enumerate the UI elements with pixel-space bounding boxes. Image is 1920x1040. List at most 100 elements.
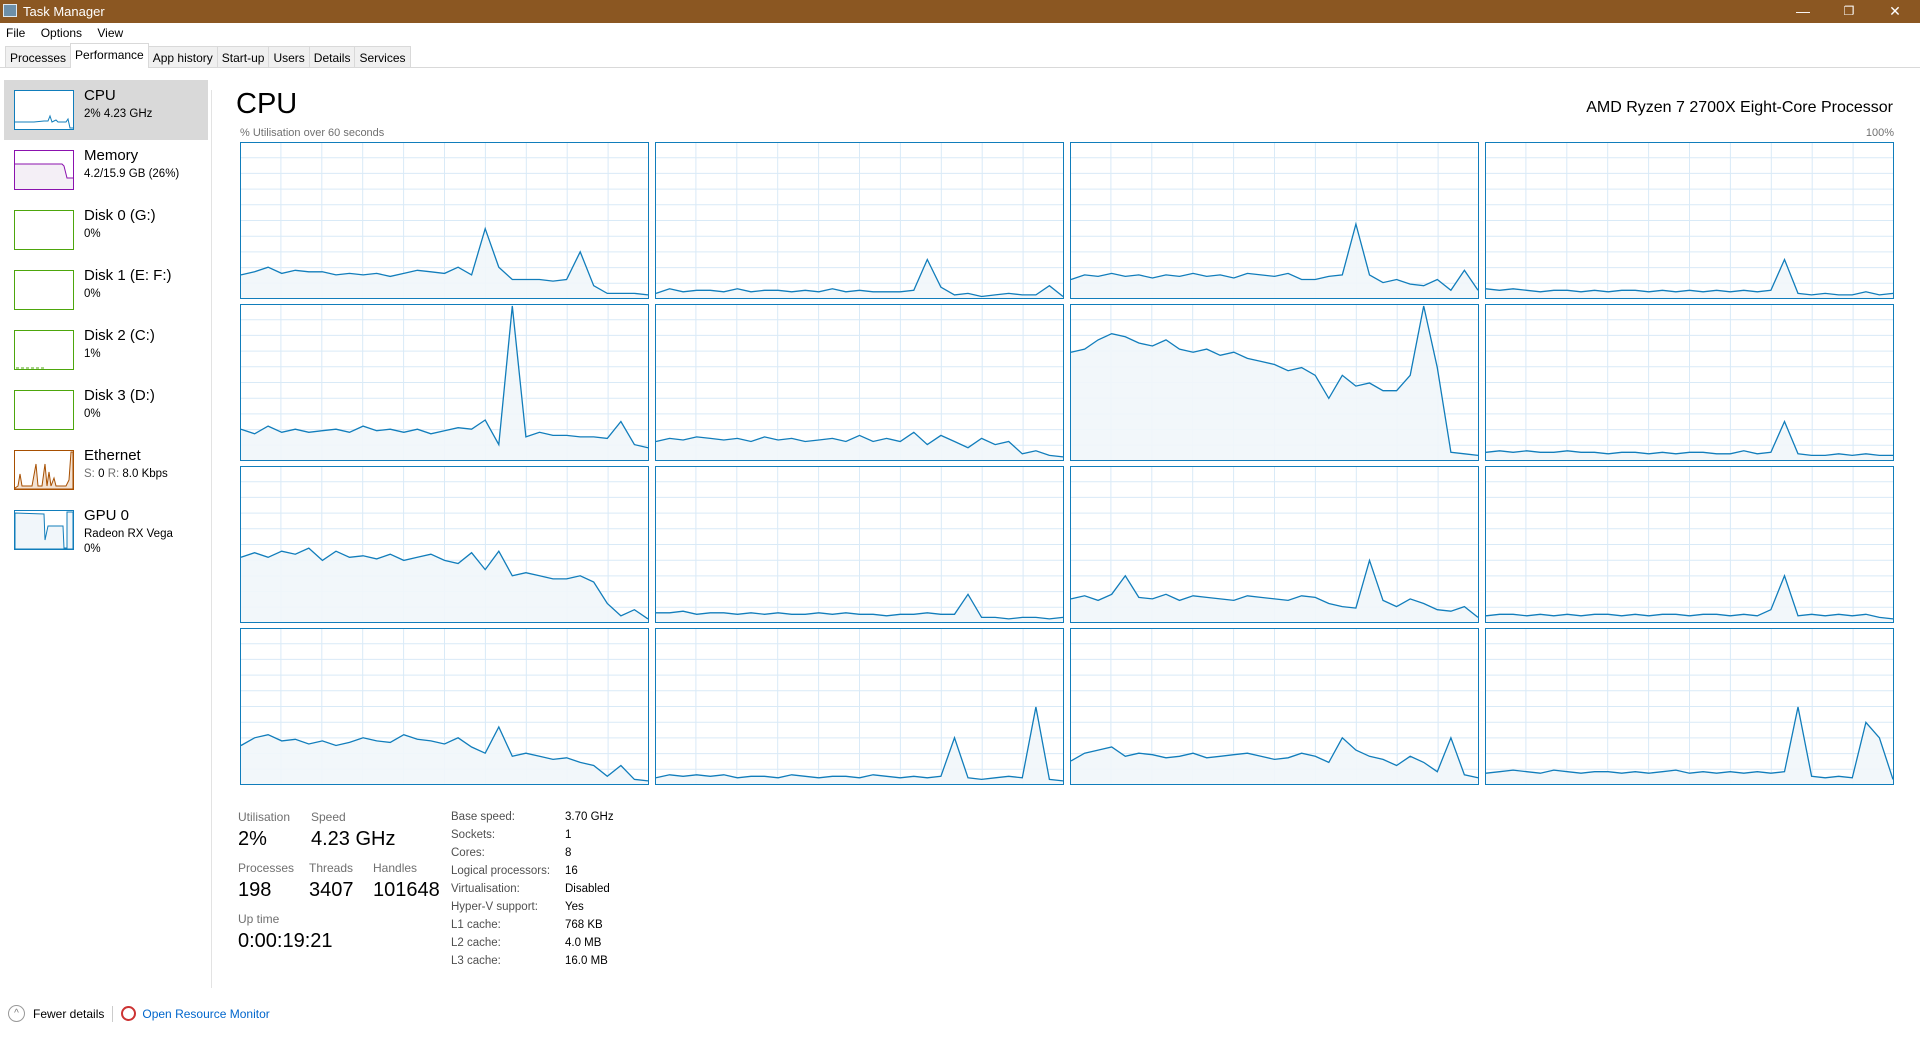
spec-label: Sockets:	[451, 829, 496, 841]
disk-thumbnail-graph	[14, 390, 74, 430]
spec-value: Disabled	[565, 883, 610, 895]
spec-value: 4.0 MB	[565, 937, 602, 949]
core-graph-2	[1070, 142, 1479, 299]
receive-label: R:	[107, 468, 120, 480]
restore-button[interactable]: ❐	[1826, 0, 1872, 23]
disk-thumbnail-graph	[14, 210, 74, 250]
cpu-thumbnail-graph	[14, 90, 74, 130]
sidebar-item-label: Disk 0 (G:)	[84, 207, 156, 224]
core-graph-14	[1070, 628, 1479, 785]
spec-label: L2 cache:	[451, 937, 501, 949]
fewer-details-button[interactable]: Fewer details	[33, 1007, 104, 1021]
tab-processes[interactable]: Processes	[5, 46, 72, 68]
send-label: S:	[84, 468, 95, 480]
disk-thumbnail-graph	[14, 270, 74, 310]
sidebar-item-value: S: 0 R: 8.0 Kbps	[84, 467, 168, 482]
gpu-model: Radeon RX Vega	[84, 528, 173, 540]
sidebar-item-label: CPU	[84, 87, 116, 104]
spec-value: 3.70 GHz	[565, 811, 614, 823]
sidebar-item-label: Disk 3 (D:)	[84, 387, 155, 404]
handles-value: 101648	[373, 879, 440, 901]
tab-services[interactable]: Services	[354, 46, 411, 68]
core-graph-8	[240, 466, 649, 623]
sidebar-item-disk-0[interactable]: Disk 0 (G:) 0%	[4, 200, 208, 260]
sidebar-item-value: 2% 4.23 GHz	[84, 108, 153, 120]
sidebar-item-cpu[interactable]: CPU 2% 4.23 GHz	[4, 80, 208, 140]
utilisation-value: 2%	[238, 828, 267, 850]
spec-label: Hyper-V support:	[451, 901, 538, 913]
spec-label: Cores:	[451, 847, 485, 859]
open-resource-monitor-link[interactable]: Open Resource Monitor	[142, 1007, 269, 1021]
memory-thumbnail-graph	[14, 150, 74, 190]
sidebar-item-label: Ethernet	[84, 447, 141, 464]
chevron-up-icon[interactable]: ^	[8, 1005, 25, 1022]
core-graph-3	[1485, 142, 1894, 299]
core-graph-12	[240, 628, 649, 785]
spec-label: Virtualisation:	[451, 883, 520, 895]
logical-processor-graphs[interactable]	[240, 142, 1894, 785]
tab-users[interactable]: Users	[268, 46, 310, 68]
processes-label: Processes	[238, 861, 295, 875]
menu-file[interactable]: File	[0, 23, 31, 40]
core-graph-9	[655, 466, 1064, 623]
core-graph-0	[240, 142, 649, 299]
sidebar-item-gpu-0[interactable]: GPU 0 Radeon RX Vega 0%	[4, 500, 208, 560]
sidebar-item-disk-2[interactable]: Disk 2 (C:) 1%	[4, 320, 208, 380]
sidebar-item-label: Disk 1 (E: F:)	[84, 267, 172, 284]
send-value: 0	[98, 468, 105, 480]
sidebar-item-ethernet[interactable]: Ethernet S: 0 R: 8.0 Kbps	[4, 440, 208, 500]
window-title: Task Manager	[23, 4, 105, 19]
footer-separator	[112, 1005, 114, 1022]
task-manager-icon	[3, 4, 17, 17]
sidebar-divider	[211, 90, 212, 988]
menu-bar: File Options View	[0, 23, 129, 43]
sidebar-item-disk-1[interactable]: Disk 1 (E: F:) 0%	[4, 260, 208, 320]
tab-divider	[0, 67, 1920, 68]
sidebar-item-value: 0%	[84, 228, 101, 240]
receive-value: 8.0 Kbps	[122, 468, 168, 480]
sidebar-item-memory[interactable]: Memory 4.2/15.9 GB (26%)	[4, 140, 208, 200]
sidebar-item-label: Disk 2 (C:)	[84, 327, 155, 344]
page-title: CPU	[236, 88, 298, 120]
spec-label: Logical processors:	[451, 865, 551, 877]
minimize-button[interactable]: —	[1780, 0, 1826, 23]
sidebar-item-label: Memory	[84, 147, 139, 164]
sidebar-item-label: GPU 0	[84, 507, 130, 524]
tab-performance[interactable]: Performance	[70, 43, 149, 68]
tab-details[interactable]: Details	[308, 46, 356, 68]
core-graph-15	[1485, 628, 1894, 785]
footer: ^ Fewer details Open Resource Monitor	[8, 1005, 270, 1022]
uptime-label: Up time	[238, 912, 280, 926]
close-button[interactable]: ✕	[1872, 0, 1918, 23]
spec-value: 16.0 MB	[565, 955, 608, 967]
core-graph-5	[655, 304, 1064, 461]
resource-monitor-icon	[121, 1006, 137, 1021]
tab-startup[interactable]: Start-up	[216, 46, 270, 68]
core-graph-7	[1485, 304, 1894, 461]
graph-caption: % Utilisation over 60 seconds	[240, 127, 385, 139]
menu-options[interactable]: Options	[35, 23, 88, 40]
speed-label: Speed	[311, 810, 346, 824]
handles-label: Handles	[373, 861, 418, 875]
spec-value: 1	[565, 829, 572, 841]
ethernet-thumbnail-graph	[14, 450, 74, 490]
sidebar-item-value: 0%	[84, 408, 101, 420]
sidebar-item-disk-3[interactable]: Disk 3 (D:) 0%	[4, 380, 208, 440]
threads-label: Threads	[309, 861, 354, 875]
spec-value: 8	[565, 847, 572, 859]
gpu-usage: 0%	[84, 543, 101, 555]
processor-model: AMD Ryzen 7 2700X Eight-Core Processor	[1586, 99, 1893, 116]
tab-app-history[interactable]: App history	[147, 46, 218, 68]
menu-view[interactable]: View	[91, 23, 129, 40]
tab-bar: Processes Performance App history Start-…	[5, 43, 411, 68]
core-usage-area	[656, 432, 1063, 460]
sidebar-item-value: Radeon RX Vega 0%	[84, 527, 173, 557]
spec-value: 768 KB	[565, 919, 603, 931]
spec-label: L3 cache:	[451, 955, 501, 967]
sidebar-item-value: 0%	[84, 288, 101, 300]
core-graph-11	[1485, 466, 1894, 623]
sidebar-item-value: 4.2/15.9 GB (26%)	[84, 168, 180, 180]
core-graph-10	[1070, 466, 1479, 623]
gpu-thumbnail-graph	[14, 510, 74, 550]
core-graph-4	[240, 304, 649, 461]
